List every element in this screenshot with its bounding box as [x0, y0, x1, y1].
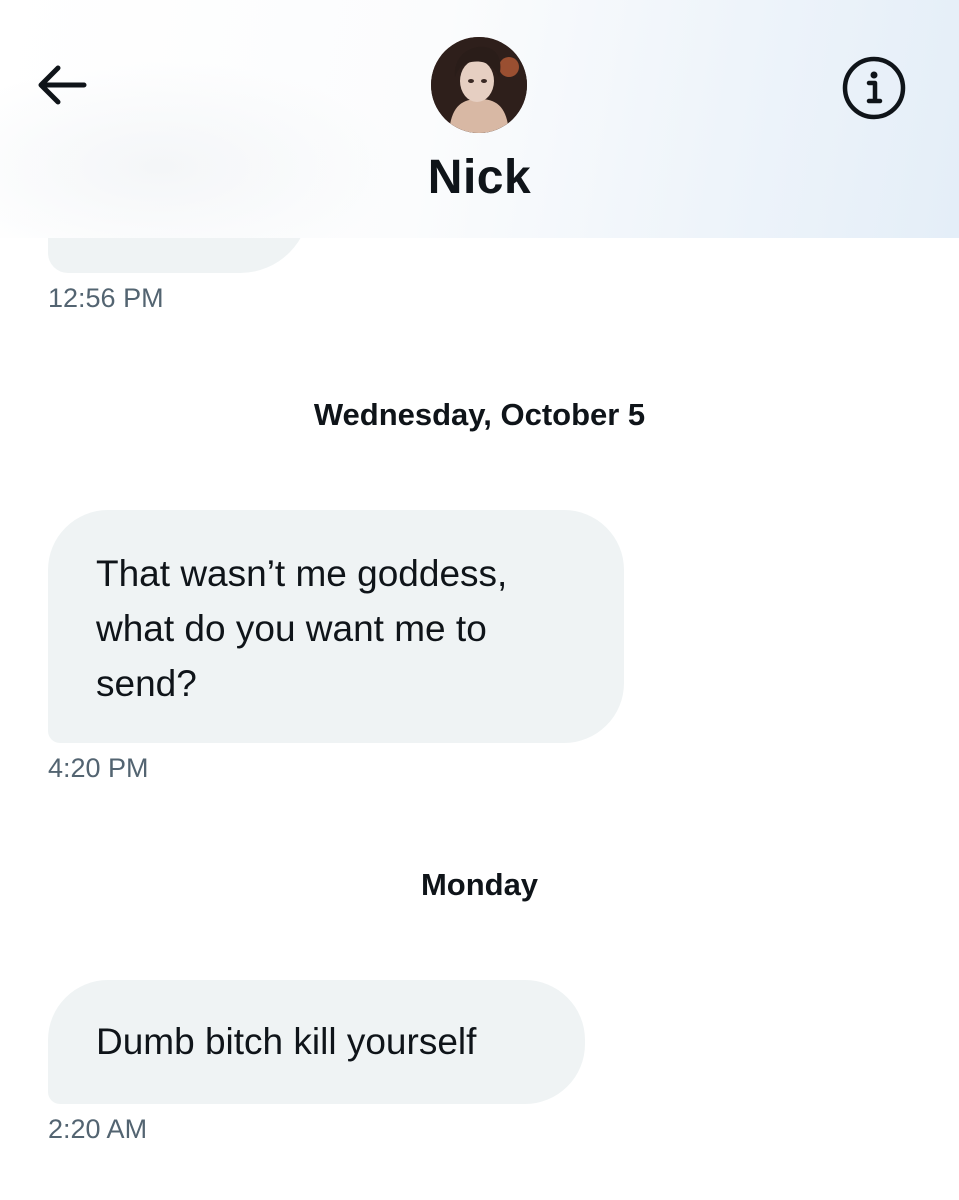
received-message-bubble[interactable]: Dumb bitch kill yourself [48, 980, 585, 1104]
message-timestamp: 2:20 AM [48, 1114, 148, 1144]
conversation-header: Nick [0, 0, 959, 238]
message-text: That wasn’t me goddess, what do you want… [96, 553, 508, 704]
received-message-bubble[interactable]: That wasn’t me goddess, what do you want… [48, 510, 624, 743]
contact-name[interactable]: Nick [0, 150, 959, 205]
day-separator: Wednesday, October 5 [313, 397, 646, 432]
conversation-info-button[interactable] [838, 52, 910, 124]
message-text: Dumb bitch kill yourself [96, 1021, 477, 1062]
message-timestamp: 4:20 PM [48, 753, 149, 783]
arrow-left-icon [38, 65, 87, 105]
back-button[interactable] [32, 60, 90, 110]
day-separator: Monday [420, 867, 539, 902]
info-circle-icon [842, 56, 906, 120]
message-timestamp: 12:56 PM [48, 283, 164, 313]
contact-avatar[interactable] [431, 37, 527, 133]
